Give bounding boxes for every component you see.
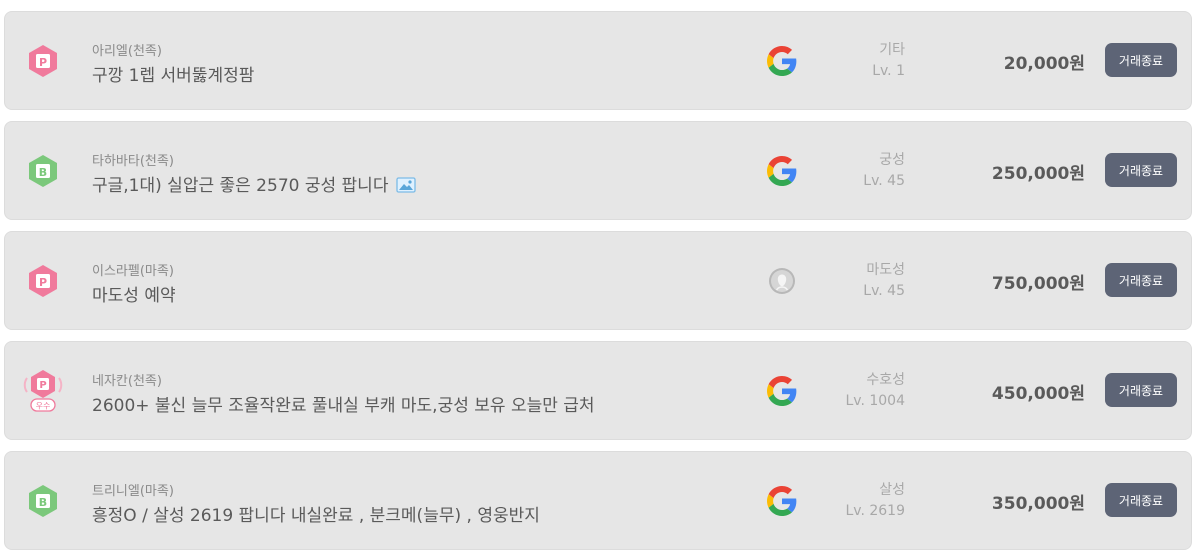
premium-badge-icon: P <box>27 264 59 298</box>
svg-text:우수: 우수 <box>36 402 51 411</box>
listing-title-text[interactable]: 2600+ 불신 늘무 조율작완료 풀내실 부캐 마도,궁성 보유 오늘만 급처 <box>92 396 595 416</box>
trade-closed-button[interactable]: 거래종료 <box>1105 373 1177 407</box>
svg-text:P: P <box>39 56 47 69</box>
listing-row[interactable]: P 이스라펠(마족) 마도성 예약 마도성 Lv. 45 750,000원 거래… <box>4 231 1192 330</box>
listing-title-text[interactable]: 마도성 예약 <box>92 286 176 306</box>
trade-closed-button[interactable]: 거래종료 <box>1105 483 1177 517</box>
job-class: 살성 <box>879 482 905 498</box>
listing-title[interactable]: 2600+ 불신 늘무 조율작완료 풀내실 부캐 마도,궁성 보유 오늘만 급처 <box>92 391 595 416</box>
job-class: 수호성 <box>866 372 905 388</box>
listing-row[interactable]: B 타하바타(천족) 구글,1대) 실압근 좋은 2570 궁성 팝니다 궁성 … <box>4 121 1192 220</box>
listing-title[interactable]: 흥정O / 살성 2619 팝니다 내실완료 , 분크메(늘무) , 영웅반지 <box>92 501 540 526</box>
svg-text:B: B <box>39 166 47 179</box>
google-icon <box>767 46 797 76</box>
price: 750,000원 <box>991 274 1085 294</box>
google-icon <box>767 376 797 406</box>
basic-badge-icon: B <box>27 154 59 188</box>
google-icon <box>767 156 797 186</box>
listing-title[interactable]: 마도성 예약 <box>92 281 176 306</box>
listing-row[interactable]: P 아리엘(천족) 구깡 1렙 서버뚫계정팜 기타 Lv. 1 20,000원 … <box>4 11 1192 110</box>
apple-icon <box>767 266 797 296</box>
google-icon <box>767 486 797 516</box>
premium-badge-icon: P <box>27 44 59 78</box>
image-attached-icon <box>396 177 417 198</box>
listing-title-text[interactable]: 구깡 1렙 서버뚫계정팜 <box>92 66 254 86</box>
job-class: 궁성 <box>879 152 905 168</box>
listing-title-text[interactable]: 흥정O / 살성 2619 팝니다 내실완료 , 분크메(늘무) , 영웅반지 <box>92 506 540 526</box>
character-level: Lv. 1 <box>872 63 905 79</box>
server-name: 아리엘(천족) <box>92 44 162 59</box>
server-name: 타하바타(천족) <box>92 154 174 169</box>
server-name: 트리니엘(마족) <box>92 484 174 499</box>
svg-text:P: P <box>39 276 47 289</box>
listing-row[interactable]: P 우수 네자칸(천족) 2600+ 불신 늘무 조율작완료 풀내실 부캐 마도… <box>4 341 1192 440</box>
premium-excellent-badge-icon: P 우수 <box>23 368 63 414</box>
svg-text:B: B <box>39 496 47 509</box>
price: 250,000원 <box>991 164 1085 184</box>
server-name: 이스라펠(마족) <box>92 264 174 279</box>
listing-row[interactable]: B 트리니엘(마족) 흥정O / 살성 2619 팝니다 내실완료 , 분크메(… <box>4 451 1192 550</box>
price: 20,000원 <box>1003 54 1085 74</box>
price: 450,000원 <box>991 384 1085 404</box>
character-level: Lv. 45 <box>863 173 905 189</box>
character-level: Lv. 2619 <box>845 503 905 519</box>
character-level: Lv. 45 <box>863 283 905 299</box>
basic-badge-icon: B <box>27 484 59 518</box>
price: 350,000원 <box>991 494 1085 514</box>
listing-title[interactable]: 구글,1대) 실압근 좋은 2570 궁성 팝니다 <box>92 171 417 198</box>
listing-title[interactable]: 구깡 1렙 서버뚫계정팜 <box>92 61 254 86</box>
character-level: Lv. 1004 <box>845 393 905 409</box>
trade-closed-button[interactable]: 거래종료 <box>1105 153 1177 187</box>
trade-closed-button[interactable]: 거래종료 <box>1105 263 1177 297</box>
listing-title-text[interactable]: 구글,1대) 실압근 좋은 2570 궁성 팝니다 <box>92 176 388 196</box>
svg-text:P: P <box>39 380 46 391</box>
job-class: 마도성 <box>866 262 905 278</box>
server-name: 네자칸(천족) <box>92 374 162 389</box>
trade-closed-button[interactable]: 거래종료 <box>1105 43 1177 77</box>
job-class: 기타 <box>879 42 905 58</box>
